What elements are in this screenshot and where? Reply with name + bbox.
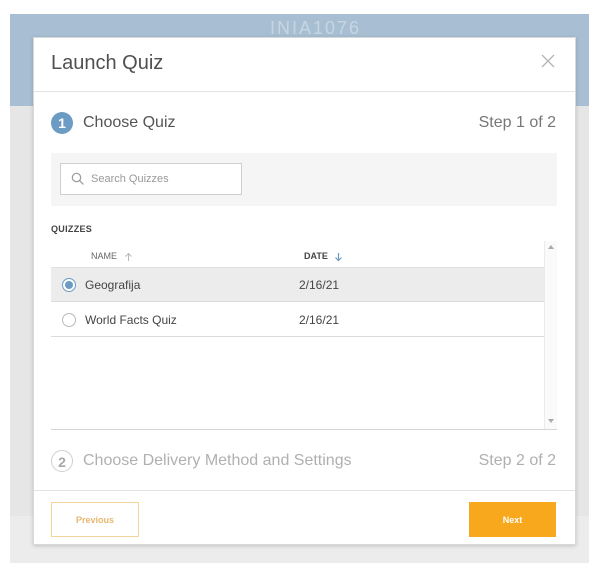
step-2-number: 2 [51,450,73,472]
close-icon[interactable] [539,52,557,70]
launch-quiz-modal: Launch Quiz 1 Choose Quiz Step 1 of 2 QU… [33,37,576,545]
search-icon [71,172,85,186]
column-date-label: DATE [304,251,328,261]
modal-title: Launch Quiz [51,52,164,74]
search-box[interactable] [60,163,242,195]
search-area [51,153,557,206]
scroll-down-icon[interactable] [548,419,554,423]
sort-ascending-icon [124,252,133,262]
next-button[interactable]: Next [469,502,556,537]
row-radio[interactable] [62,278,76,292]
modal-header: Launch Quiz [34,38,575,92]
quiz-name: World Facts Quiz [85,313,177,327]
scroll-up-icon[interactable] [548,245,554,249]
sort-descending-icon [334,252,343,262]
search-input[interactable] [91,164,236,194]
row-radio[interactable] [62,313,76,327]
quiz-name: Geografija [85,278,141,292]
quiz-date: 2/16/21 [299,313,340,327]
background-title: INIA1076 [270,18,362,38]
modal-footer: Previous Next [34,490,575,547]
column-header-date[interactable]: DATE [304,251,343,262]
quiz-date: 2/16/21 [299,278,340,292]
step-2-label[interactable]: Choose Delivery Method and Settings [83,452,352,470]
step-1-indicator: Step 1 of 2 [478,114,556,131]
table-row[interactable]: Geografija 2/16/21 [51,268,544,302]
quiz-table: NAME DATE Geografija 2/16/21 World Facts… [51,241,557,430]
step-2-indicator: Step 2 of 2 [478,452,556,469]
table-row[interactable]: World Facts Quiz 2/16/21 [51,303,544,337]
table-scrollbar[interactable] [544,241,557,429]
column-header-name[interactable]: NAME [91,251,133,262]
previous-button[interactable]: Previous [51,502,139,537]
step-1-number: 1 [51,112,73,134]
quizzes-section-label: QUIZZES [51,224,93,234]
step-1-label: Choose Quiz [83,114,176,131]
column-name-label: NAME [91,251,118,261]
table-header: NAME DATE [51,241,544,268]
